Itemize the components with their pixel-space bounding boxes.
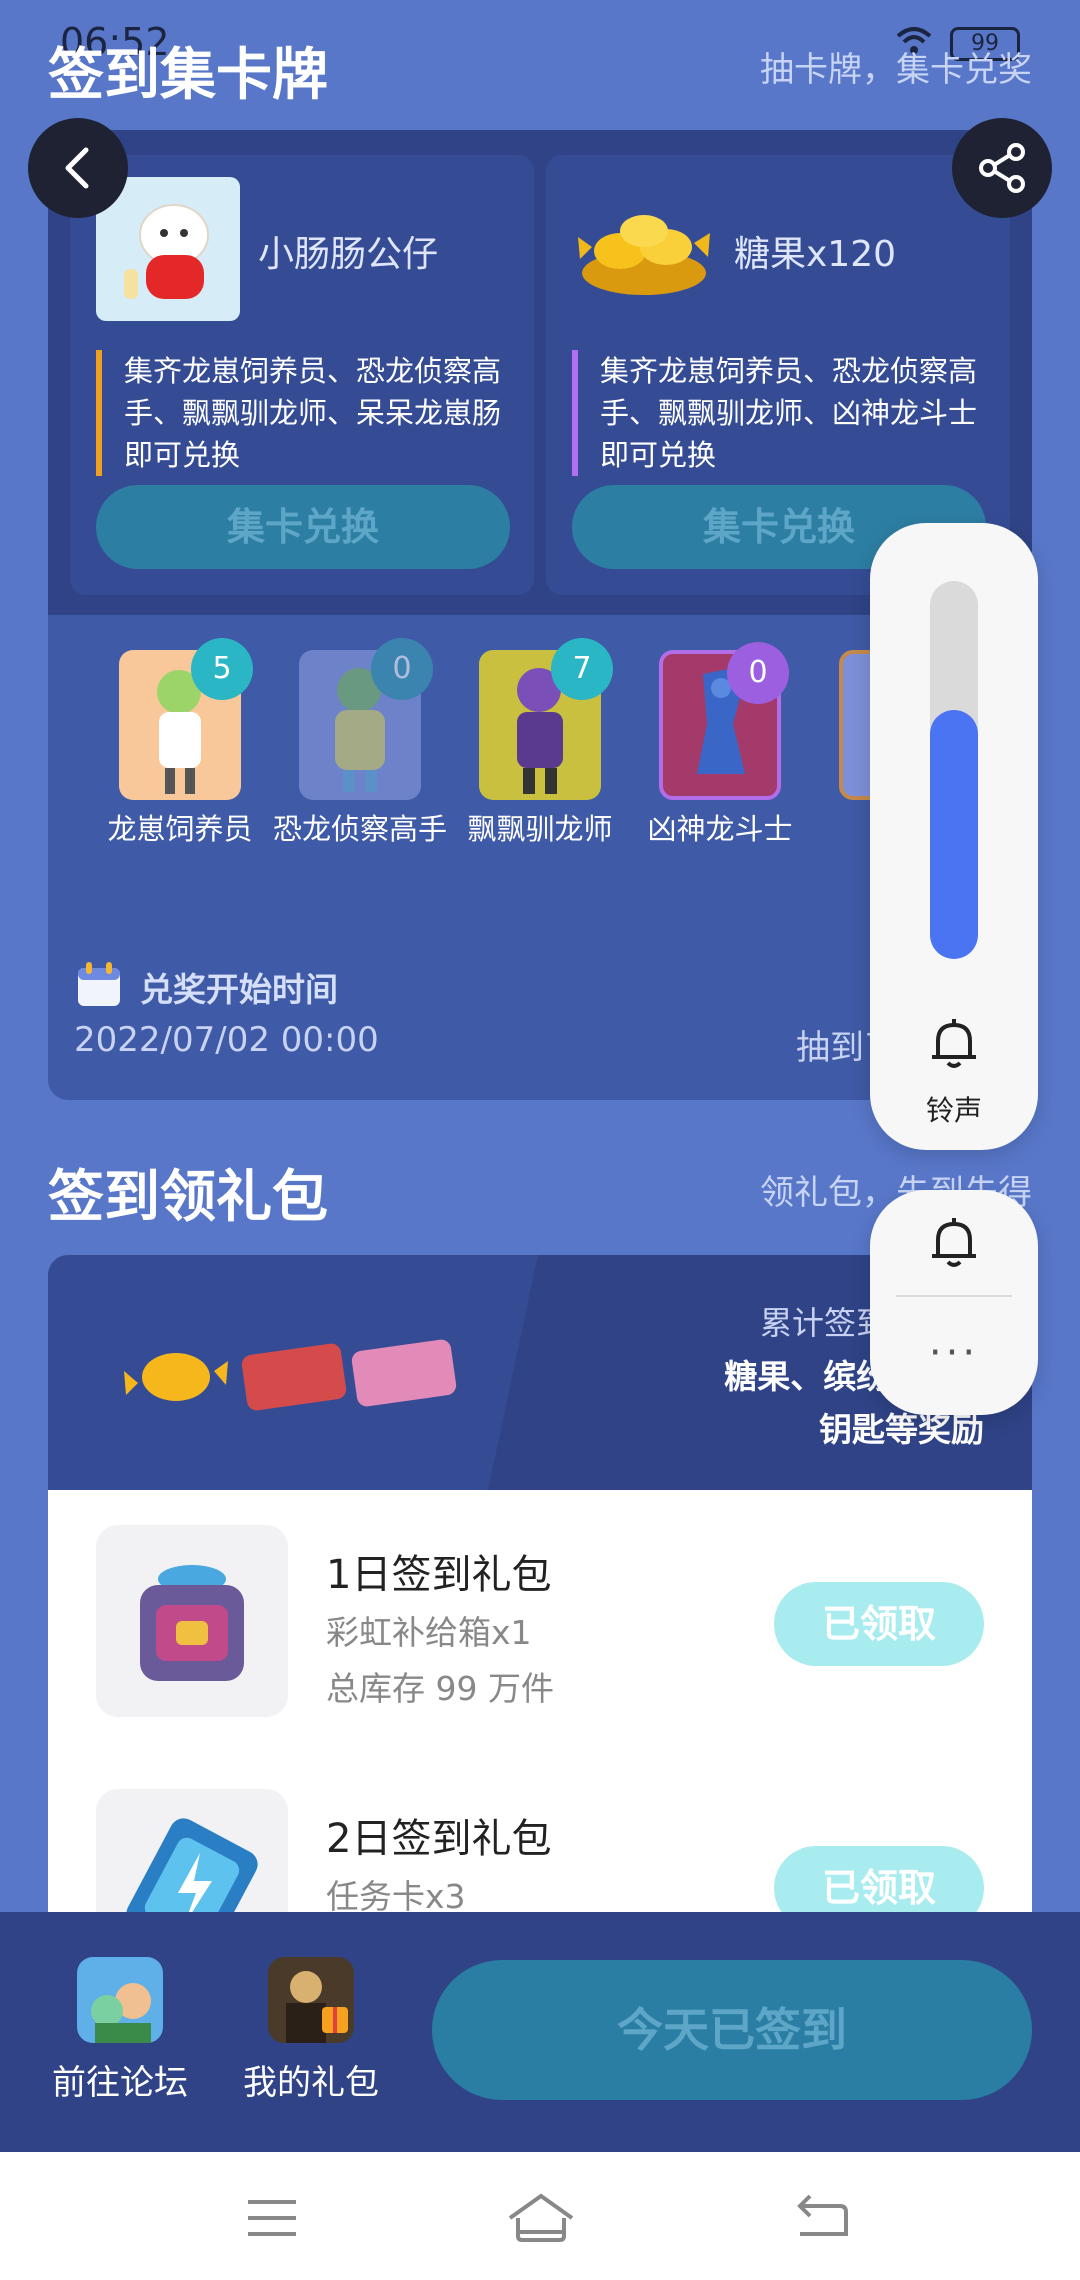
back-arrow-icon	[65, 147, 89, 189]
section-title-cards: 签到集卡牌	[48, 43, 328, 108]
redeem-button-plush[interactable]: 集卡兑换	[96, 485, 510, 569]
my-gifts-label: 我的礼包	[243, 2063, 379, 2103]
claimed-button[interactable]: 已领取	[774, 1846, 984, 1912]
home-icon[interactable]	[506, 2190, 576, 2246]
ring-label: 铃声	[925, 1094, 982, 1127]
forum-icon	[77, 1957, 163, 2043]
volume-slider[interactable]	[930, 581, 978, 959]
gift-banner-image	[124, 1325, 464, 1425]
menu-icon[interactable]	[242, 2190, 302, 2246]
claimed-button[interactable]: 已领取	[774, 1582, 984, 1666]
reward-name: 小肠肠公仔	[258, 234, 439, 275]
card-count-badge: 0	[727, 642, 789, 704]
prize-time-label: 兑奖开始时间	[140, 970, 338, 1009]
back-nav-icon[interactable]	[792, 2190, 852, 2246]
bell-icon[interactable]	[924, 1013, 984, 1073]
volume-panel: 铃声	[870, 523, 1038, 1150]
section-subtitle-cards: 抽卡牌，集卡兑奖	[760, 50, 1032, 90]
character-card[interactable]: 0 恐龙侦察高手	[270, 638, 450, 848]
card-count-badge: 7	[551, 638, 613, 700]
share-icon	[979, 143, 1025, 193]
reward-description: 集齐龙崽饲养员、恐龙侦察高手、飘飘驯龙师、凶神龙斗士即可兑换	[572, 350, 982, 476]
gift-item: 2日签到礼包 任务卡x3 已领取	[48, 1754, 1032, 1912]
candy-pile-image	[572, 177, 716, 321]
character-card[interactable]: 7 飘飘驯龙师	[450, 638, 630, 848]
volume-options-panel: ···	[870, 1190, 1038, 1415]
my-gifts-link[interactable]: 我的礼包	[236, 1957, 386, 2104]
calendar-icon	[76, 960, 122, 1008]
plush-toy-image	[96, 177, 240, 321]
card-count-badge: 0	[371, 638, 433, 700]
character-label: 龙崽饲养员	[107, 812, 253, 846]
back-button[interactable]	[28, 118, 128, 218]
share-button[interactable]	[952, 118, 1052, 218]
mission-card-image	[96, 1789, 288, 1912]
gift-subtitle: 任务卡x3	[326, 1877, 466, 1912]
system-navigation-bar	[0, 2152, 1080, 2280]
reward-description: 集齐龙崽饲养员、恐龙侦察高手、飘飘驯龙师、呆呆龙崽肠即可兑换	[96, 350, 506, 476]
gift-list: 1日签到礼包 彩虹补给箱x1 总库存 99 万件 已领取 2日签到礼包 任务卡x…	[48, 1490, 1032, 1912]
signed-today-button[interactable]: 今天已签到	[432, 1960, 1032, 2100]
character-image: 0	[659, 642, 789, 800]
character-label: 恐龙侦察高手	[272, 812, 447, 846]
character-card[interactable]: 5 龙崽饲养员	[90, 638, 270, 848]
volume-level	[930, 709, 978, 959]
gift-stock: 总库存 99 万件	[326, 1669, 554, 1708]
character-image: 7	[479, 638, 613, 800]
gift-title: 2日签到礼包	[326, 1816, 552, 1862]
character-label: 凶神龙斗士	[647, 812, 793, 846]
character-card[interactable]: 0 凶神龙斗士	[630, 642, 810, 848]
forum-label: 前往论坛	[52, 2063, 188, 2103]
rainbow-supply-box-image	[96, 1525, 288, 1717]
section-title-gifts: 签到领礼包	[48, 1165, 328, 1230]
reward-card-plush: 小肠肠公仔 集齐龙崽饲养员、恐龙侦察高手、飘飘驯龙师、呆呆龙崽肠即可兑换 集卡兑…	[70, 155, 534, 595]
forum-link[interactable]: 前往论坛	[45, 1957, 195, 2104]
bottom-action-bar: 前往论坛 我的礼包 今天已签到	[0, 1912, 1080, 2152]
gift-title: 1日签到礼包	[326, 1552, 552, 1598]
character-label: 飘飘驯龙师	[467, 812, 613, 846]
character-image: 0	[299, 638, 433, 800]
gift-subtitle: 彩虹补给箱x1	[326, 1613, 532, 1652]
prize-time-value: 2022/07/02 00:00	[74, 1020, 379, 1060]
gift-item: 1日签到礼包 彩虹补给箱x1 总库存 99 万件 已领取	[48, 1490, 1032, 1717]
card-count-badge: 5	[191, 638, 253, 700]
bell-icon[interactable]	[924, 1212, 984, 1272]
reward-name: 糖果x120	[734, 234, 897, 275]
more-options-icon[interactable]: ···	[870, 1330, 1038, 1376]
character-image: 5	[119, 638, 253, 800]
gift-bag-icon	[268, 1957, 354, 2043]
